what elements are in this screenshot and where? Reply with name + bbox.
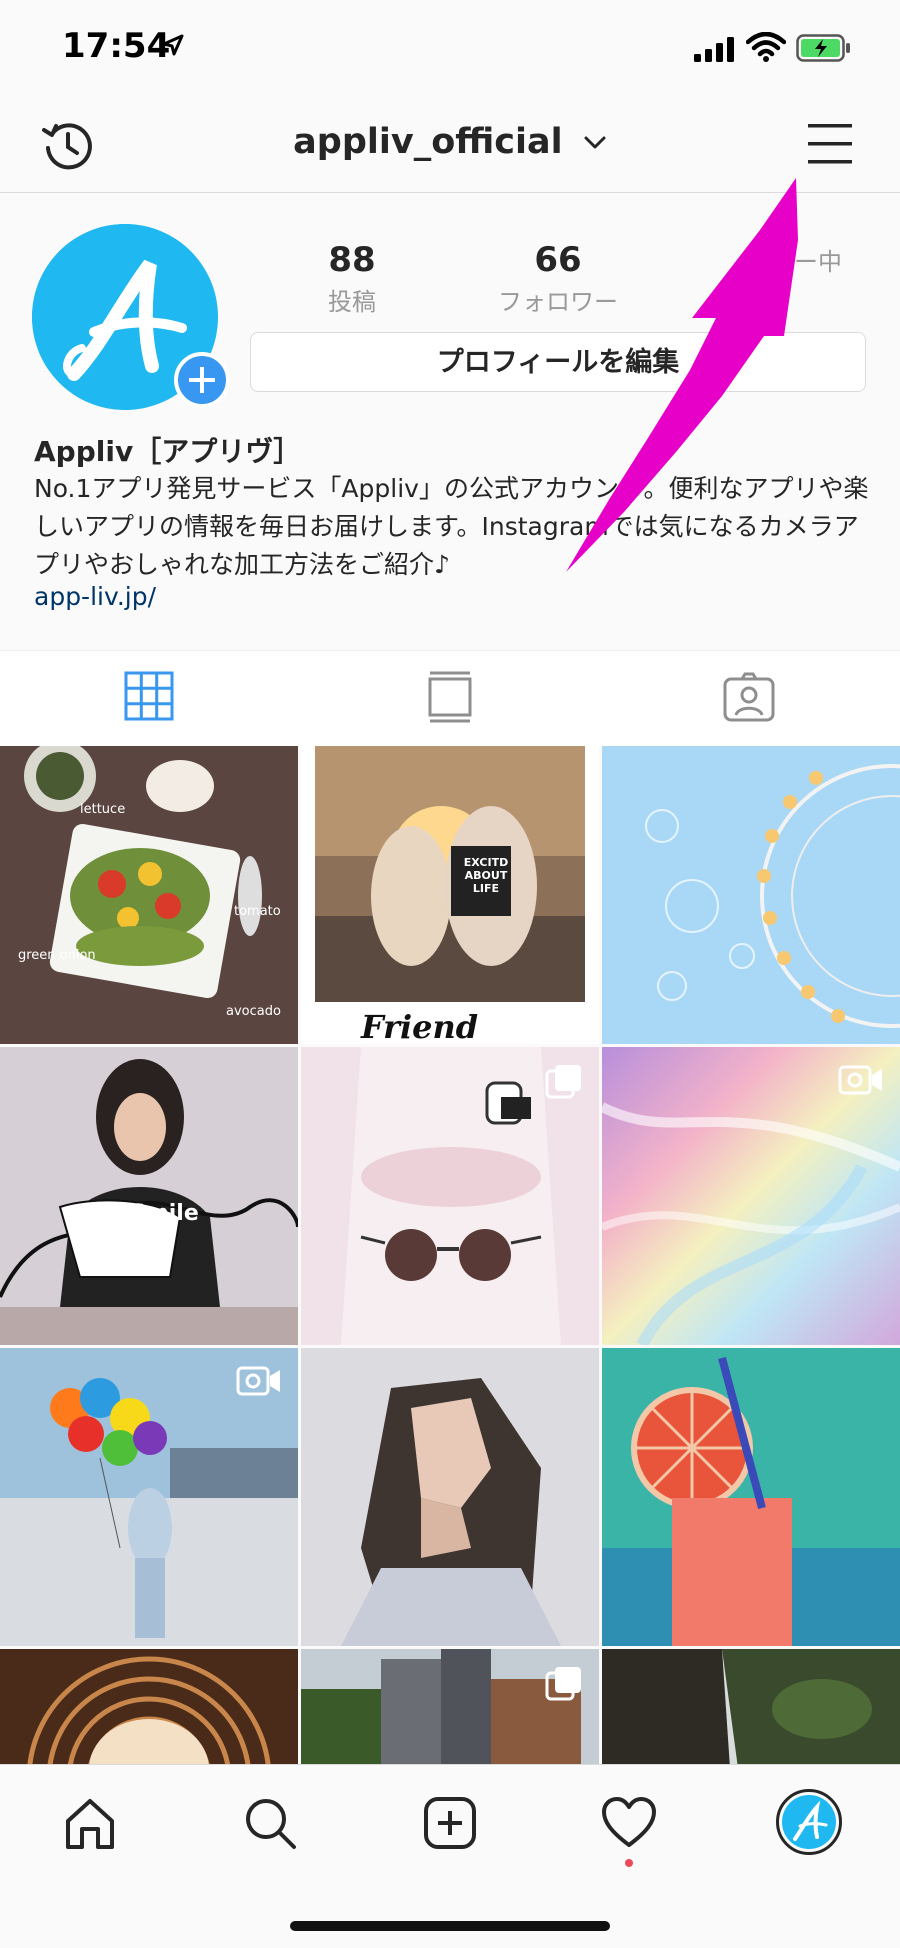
- photo-label: Smile: [130, 1201, 199, 1226]
- multi-photo-icon: [545, 1667, 581, 1701]
- followers-value: 66: [534, 240, 582, 280]
- friends-photo: [301, 746, 599, 1044]
- video-icon: [236, 1366, 280, 1396]
- posts-value: 88: [328, 240, 376, 280]
- photo-label: avocado: [226, 1004, 281, 1019]
- grid-post[interactable]: EXCITD ABOUT LIFE Friend: [301, 746, 599, 1044]
- salad-photo: [0, 746, 298, 1044]
- posts-label: 投稿: [328, 288, 376, 316]
- lowpoly-girl-photo: [301, 1348, 599, 1646]
- hamburger-menu-icon[interactable]: [806, 122, 854, 166]
- photo-label: lettuce: [80, 802, 126, 817]
- notification-dot: [625, 1859, 633, 1867]
- appliv-logo-icon: [782, 1795, 836, 1849]
- photo-label: EXCITD ABOUT LIFE: [463, 856, 509, 895]
- chevron-down-icon: [584, 136, 606, 149]
- multi-photo-icon: [545, 1065, 581, 1099]
- orange-drink-photo: [602, 1348, 900, 1646]
- grid-post[interactable]: [602, 1047, 900, 1345]
- cellular-signal-icon: [694, 37, 734, 62]
- profile-bio: No.1アプリ発見サービス「Appliv」の公式アカウント。便利なアプリや楽しい…: [34, 474, 869, 579]
- following-count[interactable]: ー中: [690, 240, 850, 277]
- grid-post[interactable]: [301, 1047, 599, 1345]
- ferris-wheel-photo: [602, 746, 900, 1044]
- feed-icon[interactable]: [426, 671, 474, 723]
- status-bar: 17:54: [0, 0, 900, 100]
- home-indicator: [290, 1921, 610, 1931]
- posts-count[interactable]: 88 投稿: [272, 240, 432, 317]
- status-time: 17:54: [62, 26, 171, 66]
- profile-name: Appliv［アプリヴ］: [34, 435, 302, 468]
- followers-count[interactable]: 66 フォロワー: [478, 240, 638, 317]
- activity-heart-icon[interactable]: [600, 1795, 658, 1851]
- location-arrow-icon: [162, 34, 184, 56]
- followers-label: フォロワー: [498, 288, 618, 316]
- grid-post[interactable]: lettuce tomato green onion avocado: [0, 746, 298, 1044]
- smile-girl-photo: [0, 1047, 298, 1345]
- video-icon: [838, 1065, 882, 1095]
- plus-icon: [189, 367, 215, 393]
- grid-post[interactable]: Smile: [0, 1047, 298, 1345]
- following-label: ー中: [794, 248, 842, 276]
- username-label: appliv_official: [293, 122, 563, 162]
- search-icon[interactable]: [242, 1795, 298, 1851]
- add-post-icon[interactable]: [422, 1795, 478, 1851]
- bottom-nav: [0, 1764, 900, 1948]
- grid-post[interactable]: [301, 1348, 599, 1646]
- photo-label: green onion: [18, 948, 96, 963]
- photo-label: tomato: [234, 904, 281, 919]
- home-icon[interactable]: [62, 1795, 118, 1851]
- wifi-icon: [746, 32, 786, 62]
- profile-tab-avatar[interactable]: [776, 1789, 842, 1855]
- profile-header: appliv_official: [0, 100, 900, 193]
- edit-profile-button[interactable]: プロフィールを編集: [250, 332, 866, 392]
- battery-icon: [796, 34, 850, 62]
- profile-link[interactable]: app-liv.jp/: [34, 582, 156, 611]
- tagged-icon[interactable]: [722, 671, 776, 723]
- photo-label: Friend: [361, 1008, 479, 1044]
- grid-post[interactable]: [602, 746, 900, 1044]
- profile-tabs: [0, 650, 900, 747]
- grid-post[interactable]: [0, 1348, 298, 1646]
- grid-post[interactable]: [602, 1348, 900, 1646]
- grid-icon[interactable]: [124, 671, 174, 721]
- add-story-button[interactable]: [174, 352, 230, 408]
- account-switcher[interactable]: appliv_official: [0, 122, 900, 162]
